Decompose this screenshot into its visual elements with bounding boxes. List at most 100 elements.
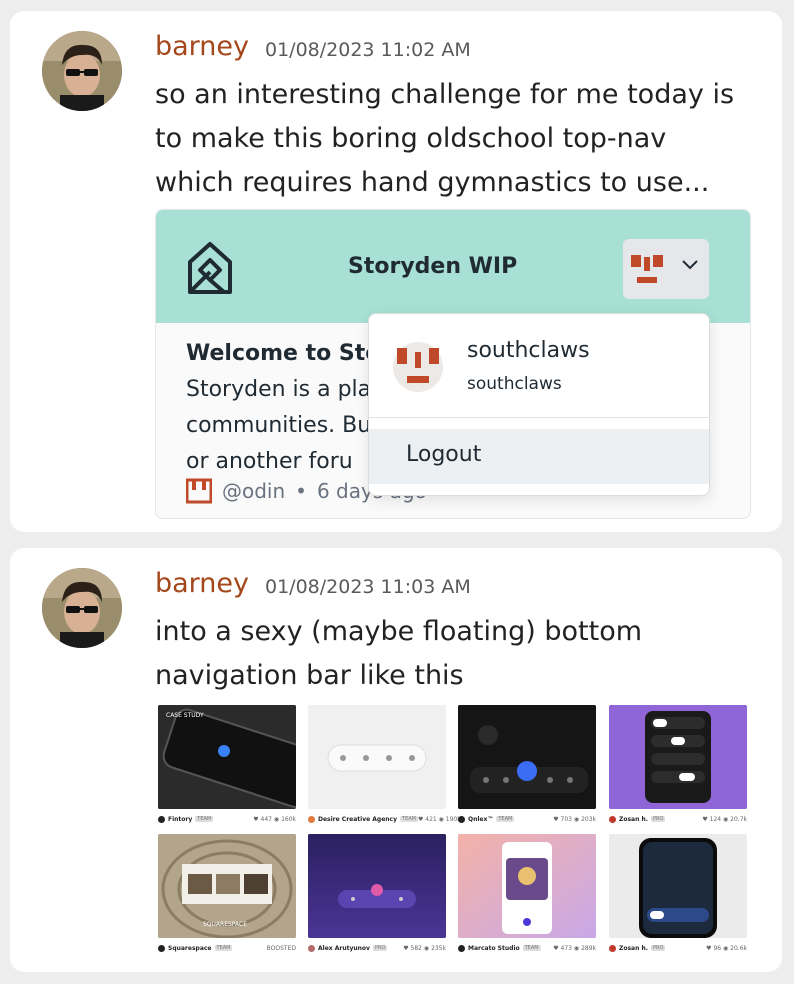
creator-avatar-icon	[158, 815, 165, 823]
like-count: 582	[410, 944, 422, 952]
shot-caption: Fintory TEAM ♥ 447 ◉ 160k	[158, 812, 296, 826]
thumbnail-shot[interactable]: Marcato Studio TEAM ♥ 473 ◉ 289k	[458, 834, 596, 955]
creator-name: Alex Arutyunov	[318, 944, 370, 952]
creator-avatar-icon	[308, 815, 315, 823]
chat-message-2: barney 01/08/2023 11:03 AM into a sexy (…	[10, 548, 782, 972]
like-count: 473	[560, 944, 572, 952]
like-count: 447	[260, 815, 272, 823]
dropdown-divider	[369, 417, 709, 418]
creator-badge: PRO	[651, 816, 666, 822]
shot-stats: ♥ 124 ◉ 20.7k	[702, 815, 747, 823]
user-avatar-icon	[393, 342, 443, 392]
embed-user-dropdown: southclaws southclaws Logout	[368, 313, 710, 496]
shot-image	[308, 705, 446, 809]
shot-caption: Alex Arutyunov PRO ♥ 582 ◉ 235k	[308, 941, 446, 955]
creator-avatar-icon	[458, 815, 465, 823]
embed-user-menu-button	[623, 239, 709, 299]
thumbnail-shot[interactable]: SQUARESPACE Squarespace TEAM BOOSTED	[158, 834, 296, 955]
message-line: into a sexy (maybe floating) bottom	[155, 616, 643, 647]
message-line: to make this boring oldschool top-nav	[155, 123, 667, 154]
thumbnail-shot[interactable]: CASE STUDY Fintory TEAM ♥ 447 ◉ 160k	[158, 705, 296, 826]
timestamp: 01/08/2023 11:03 AM	[265, 576, 471, 598]
shot-caption: Qnlex™ TEAM ♥ 703 ◉ 203k	[458, 812, 596, 826]
dropdown-username: southclaws	[467, 338, 590, 363]
shot-image	[609, 705, 747, 809]
storyden-logo-icon	[188, 242, 232, 294]
embed-top-nav: Storyden WIP	[156, 210, 750, 323]
user-avatar[interactable]	[42, 31, 122, 111]
embed-author-handle: @odin	[222, 479, 286, 503]
shot-image	[308, 834, 446, 938]
creator-name: Zosan h.	[619, 944, 649, 952]
message-line: navigation bar like this	[155, 660, 464, 691]
view-count: 235k	[431, 944, 446, 952]
message-text: into a sexy (maybe floating) bottom navi…	[155, 610, 755, 698]
shot-stats: BOOSTED	[267, 945, 296, 952]
boosted-label: BOOSTED	[266, 944, 296, 952]
author-name[interactable]: barney	[155, 31, 249, 62]
creator-avatar-icon	[308, 944, 315, 952]
shot-image: CASE STUDY	[158, 705, 296, 809]
like-count: 124	[709, 815, 722, 823]
creator-name: Zosan h.	[619, 815, 649, 823]
dropdown-handle: southclaws	[467, 374, 562, 394]
message-line: so an interesting challenge for me today…	[155, 79, 735, 110]
creator-name: Desire Creative Agency	[318, 815, 398, 823]
creator-badge: TEAM	[496, 816, 515, 822]
shot-image	[458, 705, 596, 809]
author-name[interactable]: barney	[155, 568, 249, 599]
thumbnail-shot[interactable]: Alex Arutyunov PRO ♥ 582 ◉ 235k	[308, 834, 446, 955]
creator-avatar-icon	[458, 944, 465, 952]
message-text: so an interesting challenge for me today…	[155, 73, 755, 205]
shot-overlay-text: SQUARESPACE	[203, 921, 247, 928]
thumbnail-shot[interactable]: Qnlex™ TEAM ♥ 703 ◉ 203k	[458, 705, 596, 826]
creator-name: Squarespace	[168, 944, 212, 952]
creator-avatar-icon	[609, 944, 616, 952]
view-count: 20.6k	[730, 944, 747, 952]
shot-image	[458, 834, 596, 938]
creator-badge: TEAM	[400, 816, 418, 822]
shot-caption: Zosan h. PRO ♥ 124 ◉ 20.7k	[609, 812, 747, 826]
thumbnail-shot[interactable]: Desire Creative Agency TEAM ♥ 421 ◉ 190k	[308, 705, 461, 826]
chat-message-1: barney 01/08/2023 11:02 AM so an interes…	[10, 11, 782, 532]
like-count: 703	[560, 815, 572, 823]
shot-stats: ♥ 96 ◉ 20.6k	[706, 944, 747, 952]
creator-badge: PRO	[651, 945, 666, 951]
user-avatar[interactable]	[42, 568, 122, 648]
view-count: 203k	[581, 815, 596, 823]
creator-badge: TEAM	[214, 945, 233, 951]
shot-caption: Zosan h. PRO ♥ 96 ◉ 20.6k	[609, 941, 747, 955]
shot-stats: ♥ 582 ◉ 235k	[403, 944, 446, 952]
creator-name: Marcato Studio	[468, 944, 520, 952]
shot-stats: ♥ 703 ◉ 203k	[553, 815, 596, 823]
shot-caption: Marcato Studio TEAM ♥ 473 ◉ 289k	[458, 941, 596, 955]
author-avatar-icon	[186, 478, 212, 504]
shot-caption: Desire Creative Agency TEAM ♥ 421 ◉ 190k	[308, 812, 461, 826]
like-count: 96	[713, 944, 722, 952]
dropdown-logout-item: Logout	[369, 429, 709, 484]
like-count: 421	[425, 815, 437, 823]
timestamp: 01/08/2023 11:02 AM	[265, 39, 471, 61]
shot-stats: ♥ 447 ◉ 160k	[253, 815, 296, 823]
creator-badge: TEAM	[195, 816, 214, 822]
embed-meta-separator: •	[295, 479, 307, 503]
view-count: 289k	[581, 944, 596, 952]
shot-image	[609, 834, 747, 938]
creator-avatar-icon	[158, 944, 165, 952]
shot-image: SQUARESPACE	[158, 834, 296, 938]
creator-badge: PRO	[372, 945, 388, 951]
message-line: which requires hand gymnastics to use...	[155, 167, 710, 198]
view-count: 20.7k	[730, 815, 747, 823]
thumbnail-shot[interactable]: Zosan h. PRO ♥ 124 ◉ 20.7k	[609, 705, 747, 826]
shot-stats: ♥ 421 ◉ 190k	[417, 815, 461, 823]
shot-overlay-text: CASE STUDY	[166, 712, 204, 719]
creator-avatar-icon	[609, 815, 616, 823]
creator-name: Qnlex™	[468, 815, 494, 823]
shot-stats: ♥ 473 ◉ 289k	[553, 944, 596, 952]
chevron-down-icon	[682, 260, 698, 270]
shot-caption: Squarespace TEAM BOOSTED	[158, 941, 296, 955]
embed-site-title: Storyden WIP	[348, 254, 518, 279]
thumbnail-shot[interactable]: Zosan h. PRO ♥ 96 ◉ 20.6k	[609, 834, 747, 955]
creator-badge: TEAM	[522, 945, 541, 951]
attached-screenshot[interactable]: Storyden WIP Welcome to Sto Storyden is …	[155, 209, 751, 519]
